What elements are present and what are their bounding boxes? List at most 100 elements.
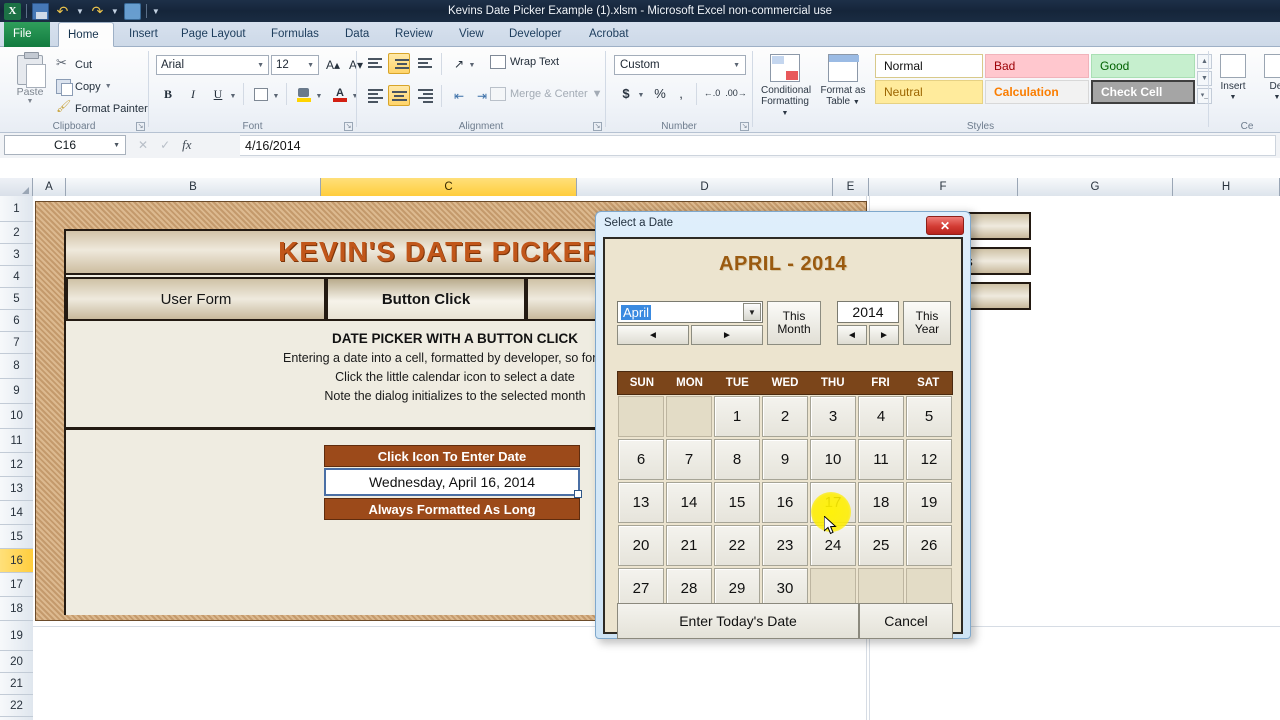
day-cell-12[interactable]: 12 xyxy=(906,439,952,480)
tab-insert[interactable]: Insert xyxy=(120,22,166,47)
column-header-a[interactable]: A xyxy=(33,178,66,196)
chevron-down-icon[interactable]: ▼ xyxy=(307,62,314,69)
year-input[interactable]: 2014 xyxy=(837,301,899,323)
row-header-1[interactable]: 1 xyxy=(0,196,33,222)
day-cell-11[interactable]: 11 xyxy=(858,439,904,480)
style-bad[interactable]: Bad xyxy=(985,54,1089,78)
copy-button[interactable]: Copy ▼ xyxy=(56,77,112,96)
day-cell-14[interactable]: 14 xyxy=(666,482,712,523)
tab-view[interactable]: View xyxy=(450,22,492,47)
decrease-decimal-button[interactable]: .00→ xyxy=(725,83,747,103)
month-prev-button[interactable]: ◄ xyxy=(617,325,689,345)
row-header-15[interactable]: 15 xyxy=(0,525,33,549)
column-header-f[interactable]: F xyxy=(869,178,1018,196)
borders-dropdown-icon[interactable]: ▼ xyxy=(271,86,281,107)
merge-dropdown-icon[interactable]: ▼ xyxy=(592,88,603,100)
day-cell-10[interactable]: 10 xyxy=(810,439,856,480)
row-header-17[interactable]: 17 xyxy=(0,573,33,597)
month-select[interactable]: April ▼ xyxy=(617,301,763,323)
day-cell-23[interactable]: 23 xyxy=(762,525,808,566)
font-color-button[interactable]: A xyxy=(329,84,351,105)
align-right-button[interactable] xyxy=(415,87,435,106)
day-cell-13[interactable]: 13 xyxy=(618,482,664,523)
increase-decimal-button[interactable]: ←.0 xyxy=(702,83,722,103)
currency-dropdown-icon[interactable]: ▼ xyxy=(636,85,646,105)
tab-data[interactable]: Data xyxy=(336,22,378,47)
row-header-6[interactable]: 6 xyxy=(0,310,33,332)
align-center-button[interactable] xyxy=(388,85,410,106)
font-dialog-launcher[interactable]: ↘ xyxy=(344,122,353,131)
column-header-c[interactable]: C xyxy=(321,178,577,196)
day-cell-1[interactable]: 1 xyxy=(714,396,760,437)
underline-button[interactable]: U xyxy=(207,84,229,105)
style-calculation[interactable]: Calculation xyxy=(985,80,1089,104)
align-bottom-button[interactable] xyxy=(415,55,435,74)
day-cell-3[interactable]: 3 xyxy=(810,396,856,437)
chevron-down-icon[interactable]: ▼ xyxy=(257,62,264,69)
day-cell-26[interactable]: 26 xyxy=(906,525,952,566)
row-header-9[interactable]: 9 xyxy=(0,379,33,404)
this-year-button[interactable]: This Year xyxy=(903,301,951,345)
format-as-table-button[interactable]: Format as Table ▼ xyxy=(819,52,867,108)
orientation-dropdown-icon[interactable]: ▼ xyxy=(467,55,477,76)
clipboard-dialog-launcher[interactable]: ↘ xyxy=(136,122,145,131)
enter-formula-icon[interactable]: ✓ xyxy=(160,138,170,152)
row-header-2[interactable]: 2 xyxy=(0,222,33,244)
chevron-down-icon[interactable]: ▼ xyxy=(113,142,120,149)
row-header-13[interactable]: 13 xyxy=(0,477,33,501)
font-size-combobox[interactable]: 12 ▼ xyxy=(271,55,319,75)
day-cell-5[interactable]: 5 xyxy=(906,396,952,437)
align-left-button[interactable] xyxy=(365,87,385,106)
formula-input[interactable]: 4/16/2014 xyxy=(240,135,1276,156)
column-header-b[interactable]: B xyxy=(66,178,321,196)
row-header-18[interactable]: 18 xyxy=(0,597,33,621)
align-top-button[interactable] xyxy=(365,55,385,74)
day-cell-17[interactable]: 17 xyxy=(810,482,856,523)
chevron-down-icon[interactable]: ▼ xyxy=(733,62,740,69)
style-normal[interactable]: Normal xyxy=(875,54,983,78)
date-entry-cell[interactable]: Wednesday, April 16, 2014 xyxy=(324,468,582,498)
insert-cells-button[interactable]: Insert ▼ xyxy=(1211,52,1255,103)
paste-dropdown-icon[interactable]: ▼ xyxy=(8,98,52,105)
paste-button[interactable]: Paste ▼ xyxy=(8,52,52,114)
day-cell-8[interactable]: 8 xyxy=(714,439,760,480)
style-good[interactable]: Good xyxy=(1091,54,1195,78)
row-header-19[interactable]: 19 xyxy=(0,621,33,651)
align-middle-button[interactable] xyxy=(388,53,410,74)
row-header-3[interactable]: 3 xyxy=(0,244,33,266)
fill-color-dropdown-icon[interactable]: ▼ xyxy=(314,86,324,107)
day-cell-24[interactable]: 24 xyxy=(810,525,856,566)
chevron-down-icon[interactable]: ▼ xyxy=(782,110,789,117)
row-header-10[interactable]: 10 xyxy=(0,404,33,429)
tab-developer[interactable]: Developer xyxy=(500,22,572,47)
tab-formulas[interactable]: Formulas xyxy=(262,22,328,47)
insert-function-icon[interactable]: fx xyxy=(182,137,191,153)
row-header-12[interactable]: 12 xyxy=(0,453,33,477)
column-header-g[interactable]: G xyxy=(1018,178,1173,196)
chevron-down-icon[interactable]: ▼ xyxy=(1255,92,1280,103)
row-header-21[interactable]: 21 xyxy=(0,673,33,695)
style-check-cell[interactable]: Check Cell xyxy=(1091,80,1195,104)
day-cell-25[interactable]: 25 xyxy=(858,525,904,566)
day-cell-7[interactable]: 7 xyxy=(666,439,712,480)
row-header-20[interactable]: 20 xyxy=(0,651,33,673)
day-cell-18[interactable]: 18 xyxy=(858,482,904,523)
copy-dropdown-icon[interactable]: ▼ xyxy=(105,83,112,90)
decrease-indent-button[interactable]: ⇤ xyxy=(448,85,470,106)
format-painter-button[interactable]: Format Painter xyxy=(56,99,148,118)
merge-center-button[interactable]: Merge & Center ▼ xyxy=(490,87,603,101)
row-header-8[interactable]: 8 xyxy=(0,354,33,379)
tab-review[interactable]: Review xyxy=(386,22,442,47)
chevron-down-icon[interactable]: ▼ xyxy=(853,99,860,106)
cancel-button[interactable]: Cancel xyxy=(859,603,953,639)
number-dialog-launcher[interactable]: ↘ xyxy=(740,122,749,131)
this-month-button[interactable]: This Month xyxy=(767,301,821,345)
column-header-e[interactable]: E xyxy=(833,178,869,196)
day-cell-4[interactable]: 4 xyxy=(858,396,904,437)
select-all-button[interactable] xyxy=(0,178,33,196)
worksheet-tab-button-click[interactable]: Button Click xyxy=(326,277,526,321)
enter-todays-date-button[interactable]: Enter Today's Date xyxy=(617,603,859,639)
style-neutral[interactable]: Neutral xyxy=(875,80,983,104)
row-header-14[interactable]: 14 xyxy=(0,501,33,525)
year-prev-button[interactable]: ◄ xyxy=(837,325,867,345)
